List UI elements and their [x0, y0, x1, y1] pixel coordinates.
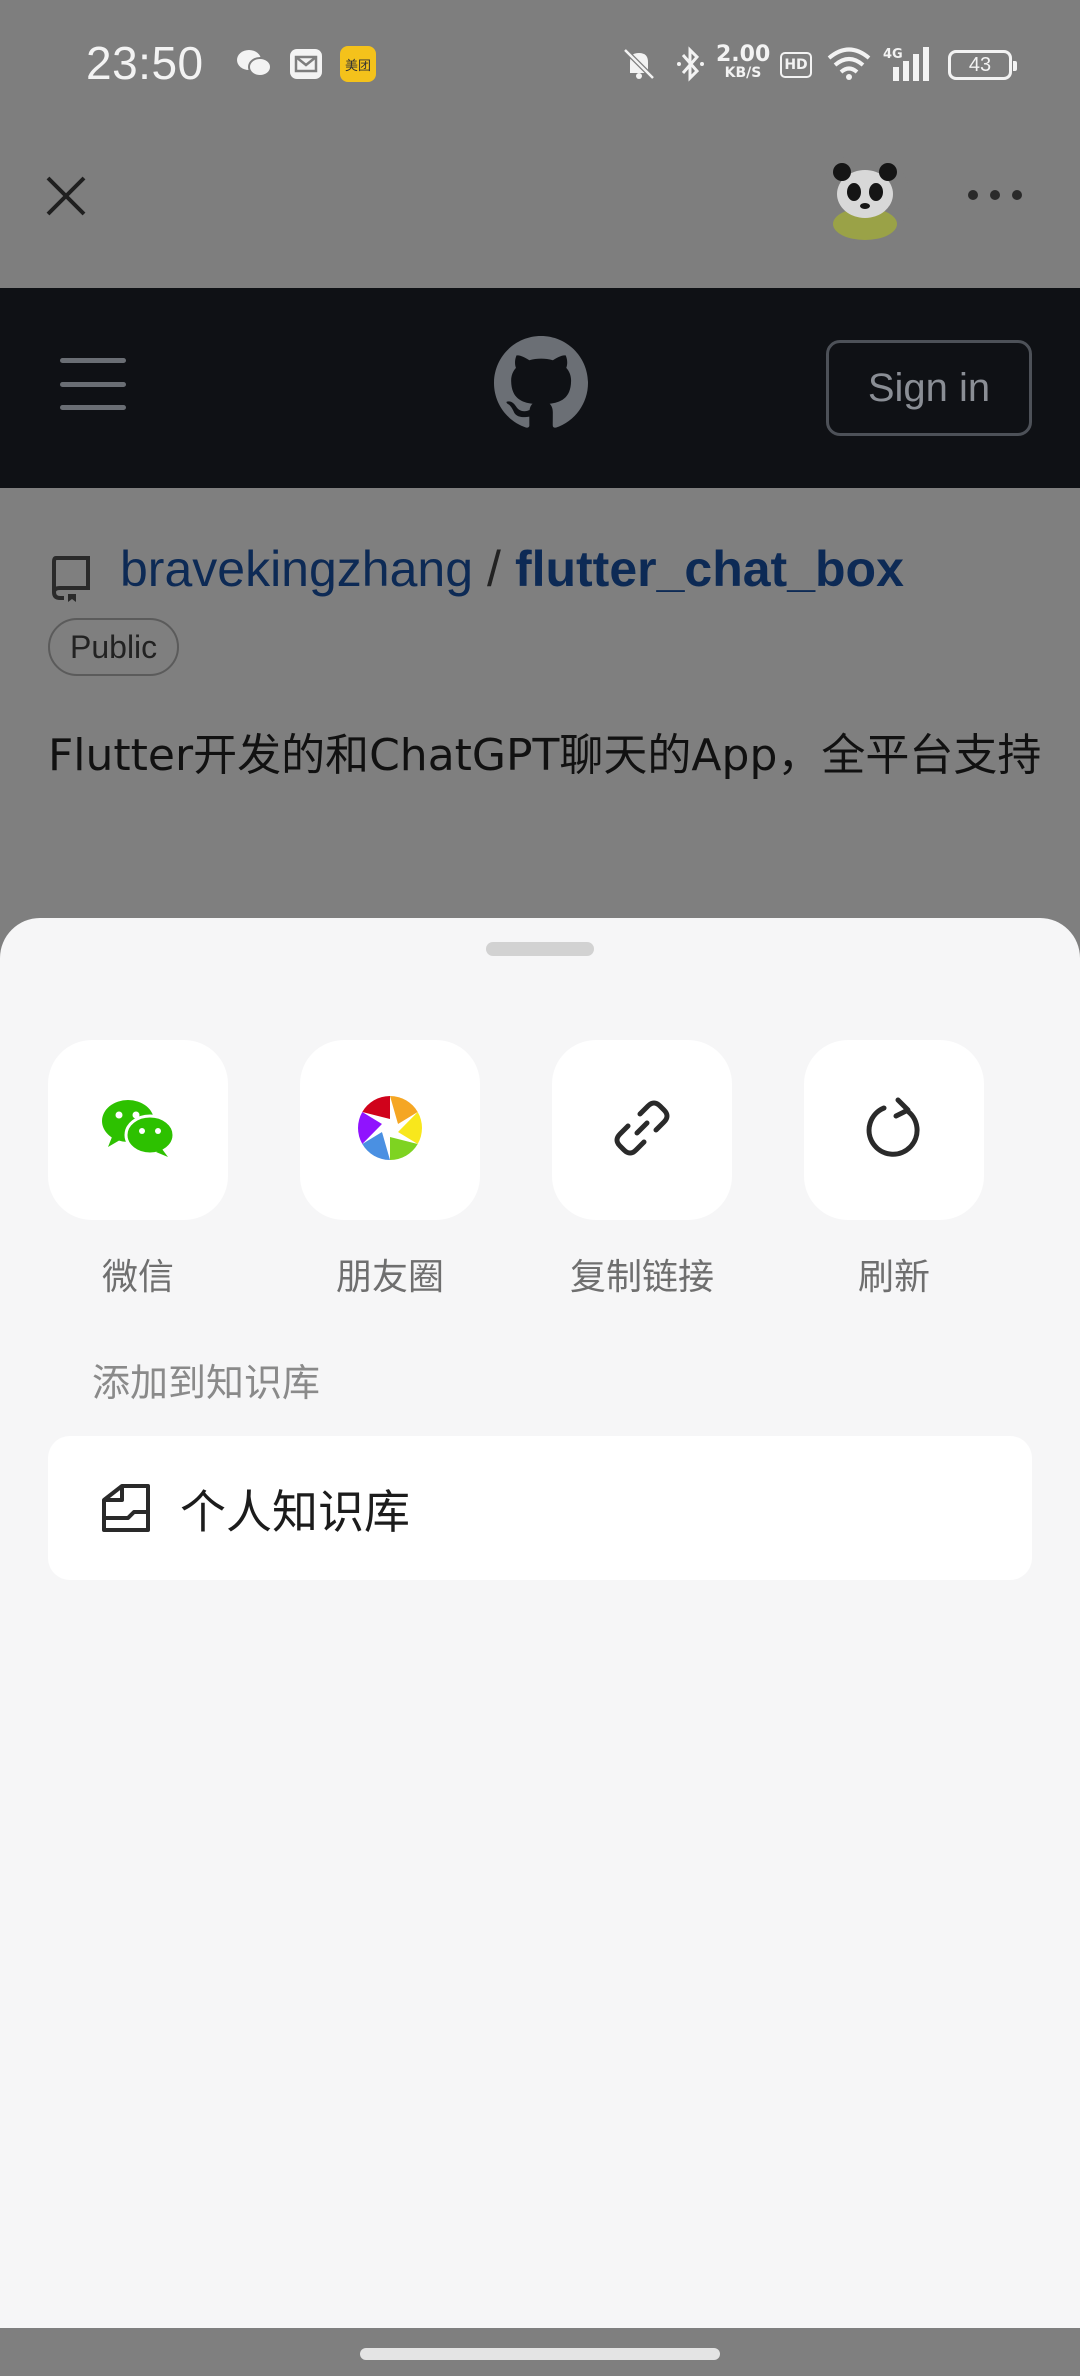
repo-path-separator: / — [487, 541, 501, 597]
mail-notification-icon — [288, 46, 324, 82]
personal-knowledge-base-item[interactable]: 个人知识库 — [48, 1436, 1032, 1580]
wifi-icon — [826, 46, 872, 82]
copy-link-button[interactable]: 复制链接 — [552, 1040, 732, 1300]
knowledge-base-icon — [100, 1482, 152, 1534]
share-wechat-label: 微信 — [101, 1257, 174, 1298]
share-moments-tile[interactable] — [300, 1040, 480, 1220]
wechat-icon — [100, 1097, 176, 1163]
gesture-navigation-bar — [0, 2328, 1080, 2376]
github-logo-icon[interactable] — [494, 336, 588, 430]
avatar[interactable] — [820, 152, 910, 242]
refresh-label: 刷新 — [857, 1257, 930, 1298]
copy-link-label: 复制链接 — [569, 1257, 714, 1298]
close-icon[interactable] — [40, 170, 92, 222]
wechat-notification-icon — [234, 46, 274, 82]
copy-link-tile[interactable] — [552, 1040, 732, 1220]
signal-4g-label: 4G — [883, 47, 903, 62]
network-speed: 2.00 KB/S — [716, 42, 771, 81]
sheet-drag-handle[interactable] — [486, 942, 594, 956]
hd-badge: HD — [780, 52, 812, 78]
visibility-badge: Public — [48, 618, 180, 676]
status-bar: 23:50 美团 2.00 KB/S HD 4G 43 — [0, 0, 1080, 130]
repo-summary: bravekingzhang / flutter_chat_box Public F… — [0, 488, 1080, 988]
share-wechat-tile[interactable] — [48, 1040, 228, 1220]
meituan-notification-icon: 美团 — [340, 46, 376, 82]
repo-icon — [50, 554, 92, 602]
repo-owner-link[interactable]: bravekingzhang — [120, 541, 473, 597]
repo-path: bravekingzhang / flutter_chat_box — [120, 540, 904, 598]
repo-description: Flutter开发的和ChatGPT聊天的App，全平台支持 — [48, 730, 1042, 781]
share-wechat-button[interactable]: 微信 — [48, 1040, 228, 1300]
share-moments-label: 朋友圈 — [335, 1257, 444, 1298]
refresh-button[interactable]: 刷新 — [804, 1040, 984, 1300]
refresh-tile[interactable] — [804, 1040, 984, 1220]
github-header: Sign in — [0, 288, 1080, 488]
share-moments-button[interactable]: 朋友圈 — [300, 1040, 480, 1300]
home-gesture-handle[interactable] — [360, 2348, 720, 2360]
knowledge-base-section-title: 添加到知识库 — [92, 1361, 321, 1405]
more-icon[interactable] — [960, 180, 1030, 210]
refresh-icon — [862, 1096, 926, 1164]
bluetooth-icon — [672, 46, 708, 82]
menu-icon[interactable] — [60, 358, 126, 410]
battery-indicator: 43 — [948, 50, 1017, 80]
share-bottom-sheet: 微信 朋友圈 复制链接 刷新 添加到知识库 个人知识库 — [0, 918, 1080, 2328]
personal-knowledge-base-label: 个人知识库 — [180, 1485, 410, 1539]
moments-icon — [355, 1093, 425, 1167]
link-icon — [610, 1096, 674, 1164]
mute-icon — [618, 46, 660, 82]
status-time: 23:50 — [86, 37, 204, 89]
repo-name-link[interactable]: flutter_chat_box — [515, 541, 904, 597]
cellular-signal-icon: 4G — [882, 46, 934, 82]
browser-app-bar — [0, 130, 1080, 288]
sign-in-button[interactable]: Sign in — [826, 340, 1032, 436]
